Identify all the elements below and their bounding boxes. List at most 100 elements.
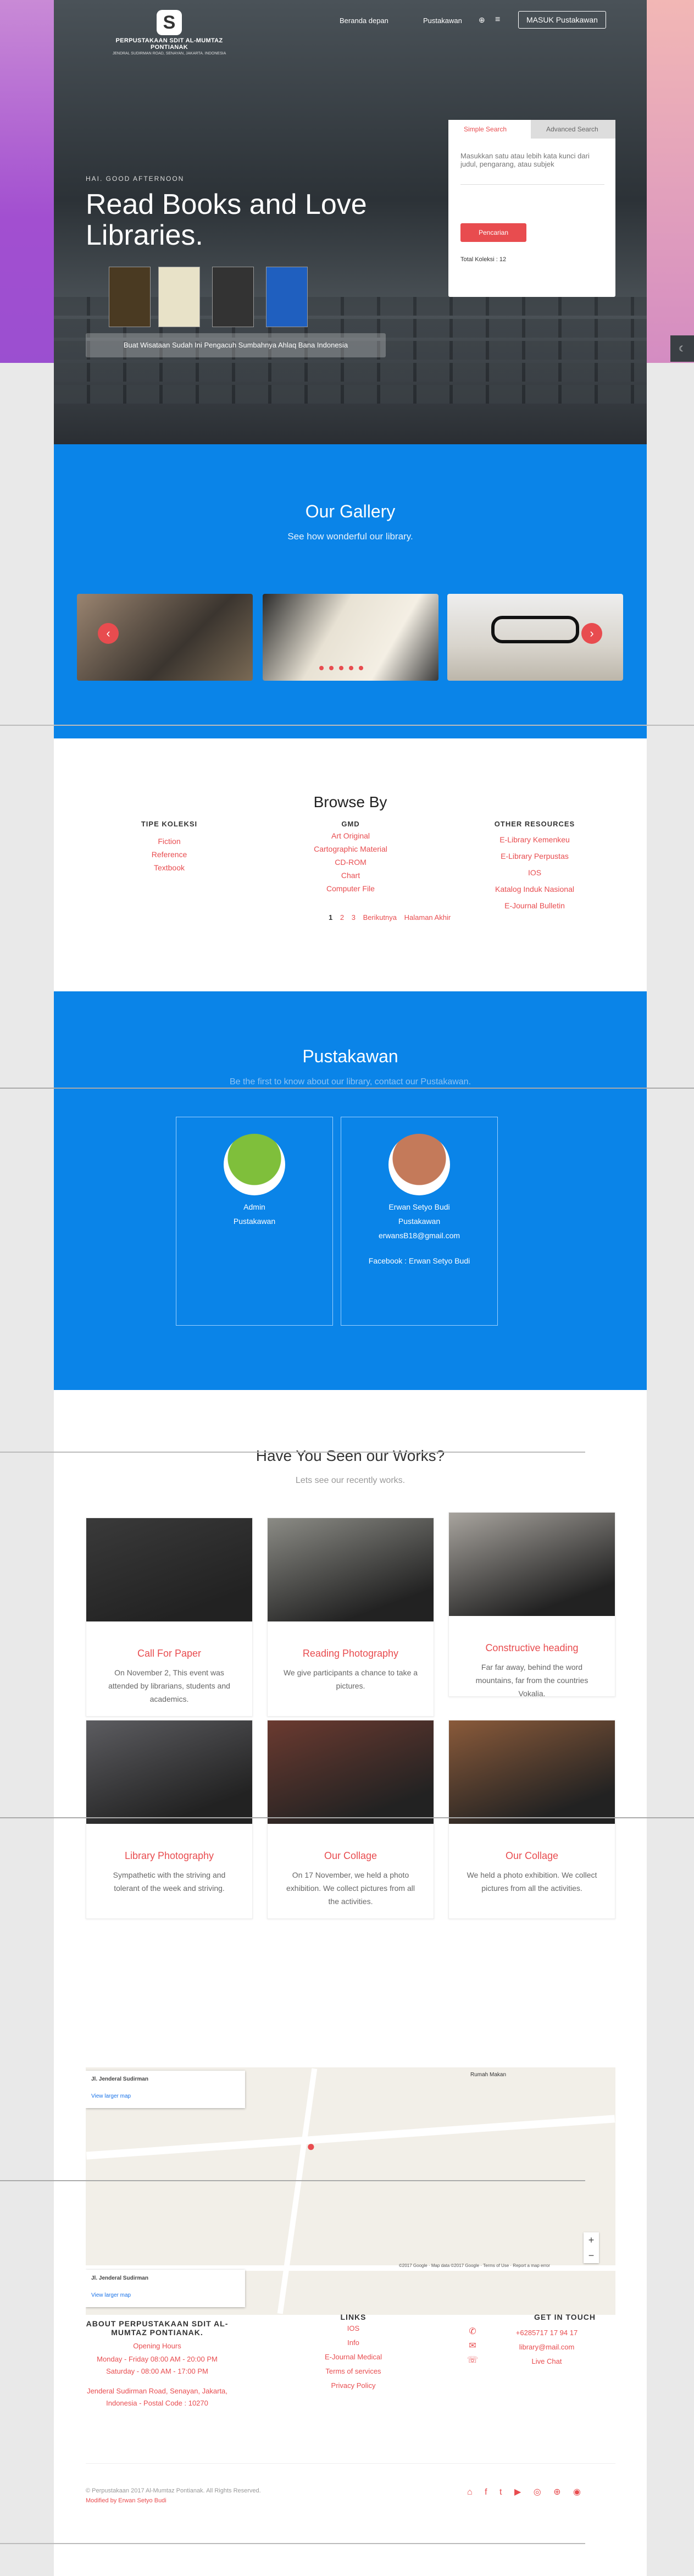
page-backdrop-left — [0, 0, 54, 363]
footer-link[interactable]: Terms of services — [318, 2364, 389, 2379]
work-card[interactable]: Constructive heading Far far away, behind… — [448, 1512, 615, 1698]
browse-link[interactable]: E-Library Kemenkeu — [482, 831, 587, 848]
book-cover[interactable] — [109, 267, 151, 327]
hero-title: Read Books and Love Libraries. — [86, 189, 367, 251]
staff-name: Admin — [243, 1202, 265, 1211]
work-desc: Far far away, behind the word mountains,… — [475, 1663, 588, 1698]
book-cover[interactable] — [266, 267, 308, 327]
globe-icon[interactable]: ⊕ — [479, 15, 485, 25]
browse-link[interactable]: CD-ROM — [296, 856, 406, 869]
footer-address: Jenderal Sudirman Road, Senayan, Jakarta… — [87, 2387, 227, 2407]
gallery-dot[interactable] — [349, 666, 353, 670]
staff-role: Pustakawan — [398, 1217, 441, 1226]
browse-link[interactable]: Fiction — [120, 835, 219, 848]
work-desc: We give participants a chance to take a … — [283, 1668, 418, 1690]
gallery-next-arrow[interactable]: › — [581, 623, 602, 644]
nav-home[interactable]: Beranda depan — [340, 16, 388, 25]
contact-phone[interactable]: +6285717 17 94 17 — [479, 2326, 614, 2340]
staff-social[interactable]: Facebook : Erwan Setyo Budi — [341, 1254, 497, 1268]
gallery-dot[interactable] — [329, 666, 334, 670]
work-image — [449, 1513, 615, 1616]
works-title: Have You Seen our Works? — [256, 1447, 445, 1464]
works-section: Have You Seen our Works? Lets see our re… — [54, 1390, 647, 2017]
tab-advanced-search[interactable]: Advanced Search — [531, 120, 615, 139]
work-card[interactable]: Library Photography Sympathetic with the … — [86, 1720, 253, 1919]
chat-icon: ☏ — [467, 2356, 478, 2365]
menu-icon[interactable]: ≡ — [495, 15, 500, 25]
staff-subtitle: Be the first to know about our library, … — [229, 1077, 471, 1086]
contact-email[interactable]: library@mail.com — [479, 2340, 614, 2354]
work-card[interactable]: Our Collage We held a photo exhibition. W… — [448, 1720, 615, 1919]
opening-hours: Monday - Friday 08:00 AM - 20:00 PM — [97, 2355, 218, 2363]
staff-section: Pustakawan Be the first to know about ou… — [54, 991, 647, 1390]
work-card[interactable]: Reading Photography We give participants … — [267, 1518, 434, 1717]
map-view-larger[interactable]: View larger map — [91, 2093, 240, 2099]
footer-link[interactable]: E-Journal Medical — [318, 2350, 389, 2364]
avatar — [224, 1134, 285, 1195]
contact-chat[interactable]: Live Chat — [479, 2354, 614, 2369]
youtube-icon[interactable]: ▶ — [514, 2487, 521, 2497]
browse-link[interactable]: Chart — [296, 869, 406, 882]
work-title[interactable]: Call For Paper — [86, 1648, 252, 1659]
browse-link[interactable]: IOS — [482, 864, 587, 881]
map-pin-icon[interactable]: ● — [307, 2138, 315, 2155]
work-title[interactable]: Reading Photography — [268, 1648, 434, 1659]
page-link[interactable]: 3 — [352, 913, 356, 922]
tab-simple-search[interactable]: Simple Search — [448, 120, 531, 139]
page-last[interactable]: Halaman Akhir — [404, 913, 451, 922]
login-button[interactable]: MASUK Pustakawan — [518, 11, 606, 29]
home-icon[interactable]: ⌂ — [467, 2487, 473, 2497]
copyright: © Perpustakaan 2017 Al-Mumtaz Pontianak.… — [86, 2487, 261, 2494]
page-link[interactable]: 2 — [340, 913, 344, 922]
gallery-dot[interactable] — [339, 666, 343, 670]
browse-link[interactable]: Cartographic Material — [296, 842, 406, 856]
nav-pustakawan[interactable]: Pustakawan — [423, 16, 462, 25]
search-panel: Simple Search Advanced Search Pencarian … — [448, 120, 615, 297]
browse-link[interactable]: E-Library Perpustas — [482, 848, 587, 864]
footer-link[interactable]: Privacy Policy — [318, 2379, 389, 2393]
staff-email[interactable]: erwansB18@gmail.com — [341, 1228, 497, 1243]
footer-contact: GET IN TOUCH ✆ +6285717 17 94 17 ✉ library… — [466, 2313, 614, 2369]
work-card[interactable]: Our Collage On 17 November, we held a pho… — [267, 1720, 434, 1919]
page-backdrop-right — [647, 0, 694, 363]
map-road-name: Jl. Jenderal Sudirman — [91, 2076, 148, 2082]
instagram-icon[interactable]: ◎ — [534, 2487, 541, 2497]
work-title[interactable]: Constructive heading — [449, 1642, 615, 1654]
page-current: 1 — [329, 913, 333, 922]
twitter-icon[interactable]: t — [499, 2487, 502, 2497]
hero-greeting: HAI. GOOD AFTERNOON — [86, 175, 185, 183]
browse-link[interactable]: E-Journal Bulletin — [482, 897, 587, 914]
map-info-card: Jl. Jenderal Sudirman View larger map — [86, 2270, 245, 2307]
web-icon[interactable]: ⊕ — [553, 2487, 560, 2497]
map-embed[interactable]: ● Jl. Jenderal Sudirman View larger map … — [86, 2067, 615, 2315]
page-next[interactable]: Berikutnya — [363, 913, 397, 922]
browse-link[interactable]: Computer File — [296, 882, 406, 895]
browse-link[interactable]: Reference — [120, 848, 219, 861]
work-title[interactable]: Our Collage — [268, 1850, 434, 1862]
map-zoom-control[interactable]: + − — [584, 2232, 599, 2263]
book-cover[interactable] — [212, 267, 254, 327]
browse-link[interactable]: Textbook — [120, 861, 219, 874]
search-button[interactable]: Pencarian — [460, 223, 526, 242]
browse-col-gmd: GMD Art Original Cartographic Material C… — [296, 820, 406, 895]
side-widget[interactable]: ☾ — [670, 335, 694, 362]
work-title[interactable]: Library Photography — [86, 1850, 252, 1862]
search-input[interactable] — [460, 152, 604, 185]
book-cover[interactable] — [158, 267, 200, 327]
browse-link[interactable]: Art Original — [296, 829, 406, 842]
phone-icon: ✆ — [469, 2327, 476, 2336]
work-title[interactable]: Our Collage — [449, 1850, 615, 1862]
gallery-dot[interactable] — [319, 666, 324, 670]
footer-link[interactable]: Info — [318, 2336, 389, 2350]
map-view-larger[interactable]: View larger map — [91, 2292, 240, 2298]
gallery-prev-arrow[interactable]: ‹ — [98, 623, 119, 644]
gallery-dot[interactable] — [359, 666, 363, 670]
footer-link[interactable]: IOS — [318, 2321, 389, 2336]
footer-about: ABOUT PERPUSTAKAAN SDIT AL-MUMTAZ PONTIA… — [86, 2319, 229, 2409]
footer-links-heading: LINKS — [340, 2313, 367, 2321]
col-heading: TIPE KOLEKSI — [141, 820, 198, 828]
rss-icon[interactable]: ◉ — [573, 2487, 581, 2497]
work-card[interactable]: Call For Paper On November 2, This event … — [86, 1518, 253, 1717]
browse-link[interactable]: Katalog Induk Nasional — [482, 881, 587, 897]
facebook-icon[interactable]: f — [485, 2487, 487, 2497]
